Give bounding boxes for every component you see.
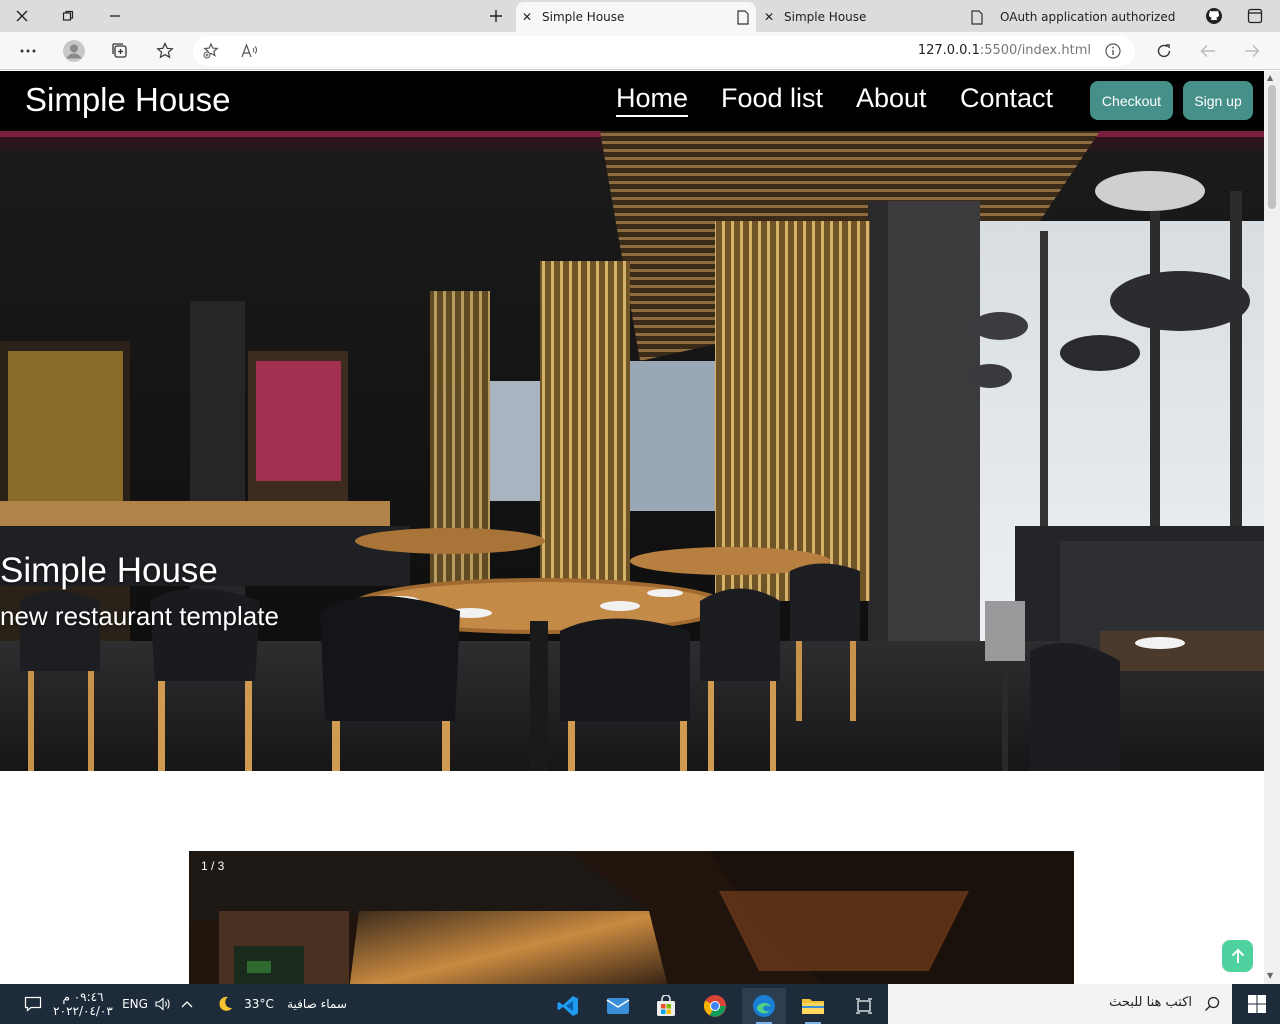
tab-actions-icon[interactable] [1243,4,1267,28]
back-arrow-icon[interactable] [1196,39,1220,63]
weather-temperature[interactable]: 33°C [242,984,276,1024]
new-tab-icon[interactable] [484,4,508,28]
moon-weather-icon[interactable] [212,984,238,1024]
windows-taskbar: ٠٩:٤٦ م ٢٠٢٢/٠٤/٠٣ ENG 33°C سماء صافية ا… [0,984,1280,1024]
add-favorite-icon[interactable] [199,39,223,63]
chevron-up-icon[interactable] [176,984,198,1024]
nav-contact[interactable]: Contact [960,83,1053,114]
tab-label: Simple House [542,10,625,24]
file-explorer-icon[interactable] [791,988,835,1024]
store-icon[interactable] [644,988,688,1024]
scrollbar-thumb[interactable] [1268,85,1276,209]
favorites-icon[interactable] [153,39,177,63]
volume-icon[interactable] [152,984,174,1024]
site-info-icon[interactable] [1101,39,1125,63]
minimize-window-icon[interactable] [103,4,127,28]
hero-title: Simple House [0,551,218,590]
read-aloud-icon[interactable] [237,39,261,63]
clock[interactable]: ٠٩:٤٦ م ٢٠٢٢/٠٤/٠٣ [52,984,114,1024]
scroll-down-arrow-icon[interactable]: ▼ [1267,971,1273,980]
restore-window-icon[interactable] [56,4,80,28]
more-options-icon[interactable] [16,39,40,63]
collections-icon[interactable] [108,39,132,63]
close-window-icon[interactable] [10,4,34,28]
edge-icon[interactable] [742,988,786,1024]
signup-button[interactable]: Sign up [1183,81,1253,120]
clock-time: ٠٩:٤٦ م [62,990,104,1004]
hero-subtitle: new restaurant template [0,601,279,631]
browser-titlebar: ✕ Simple House ✕ Simple House OAuth appl… [0,0,1280,32]
page-scrollbar[interactable]: ▲ ▼ [1264,71,1280,984]
github-icon[interactable] [1202,4,1226,28]
taskbar-search[interactable]: اكتب هنا للبحث [888,984,1232,1024]
tab-close-icon[interactable]: ✕ [758,10,780,24]
tab-label: OAuth application authorized [1000,10,1176,24]
nav-home[interactable]: Home [616,83,689,117]
address-bar: 127.0.0.1:5500/index.html [0,32,1280,70]
image-carousel[interactable]: 1 / 3 [189,851,1074,984]
slide-counter: 1 / 3 [201,859,225,873]
weather-description[interactable]: سماء صافية [280,984,354,1024]
url-host: 127.0.0.1 [917,43,980,58]
forward-arrow-icon[interactable] [1240,39,1264,63]
document-icon [730,9,756,25]
windows-start-icon[interactable] [1240,984,1274,1024]
profile-avatar-icon[interactable] [62,39,86,63]
nav-about[interactable]: About [856,83,927,114]
restaurant-interior-image [0,131,1264,771]
vscode-icon[interactable] [546,988,590,1024]
refresh-icon[interactable] [1152,39,1176,63]
carousel-slide-image [189,851,1074,984]
url-path: :5500/index.html [979,43,1091,58]
nav-food-list[interactable]: Food list [721,83,823,114]
notifications-icon[interactable] [20,984,46,1024]
task-view-icon[interactable] [842,988,886,1024]
url-field[interactable]: 127.0.0.1:5500/index.html [193,36,1135,66]
scroll-to-top-button[interactable] [1222,940,1253,972]
scroll-up-arrow-icon[interactable]: ▲ [1267,73,1273,82]
tab-label: Simple House [784,10,867,24]
document-icon [964,9,990,25]
arrow-up-icon [1231,948,1244,963]
tab-oauth[interactable]: OAuth application authorized [996,2,1196,32]
tab-simple-house[interactable]: ✕ Simple House [758,2,990,32]
hero-banner: Simple House new restaurant template [0,131,1264,771]
chrome-icon[interactable] [693,988,737,1024]
mail-icon[interactable] [596,988,640,1024]
site-brand[interactable]: Simple House [25,81,230,119]
site-navbar: Simple House Home Food list About Contac… [0,71,1264,131]
search-icon [1200,984,1224,1024]
tab-simple-house-active[interactable]: ✕ Simple House [516,2,756,32]
url-text: 127.0.0.1:5500/index.html [918,43,1091,58]
clock-date: ٢٠٢٢/٠٤/٠٣ [53,1004,113,1018]
language-indicator[interactable]: ENG [120,984,150,1024]
tab-close-icon[interactable]: ✕ [516,10,538,24]
checkout-button[interactable]: Checkout [1090,81,1173,120]
search-placeholder: اكتب هنا للبحث [1109,995,1192,1010]
page-viewport: Simple House Home Food list About Contac… [0,71,1264,984]
